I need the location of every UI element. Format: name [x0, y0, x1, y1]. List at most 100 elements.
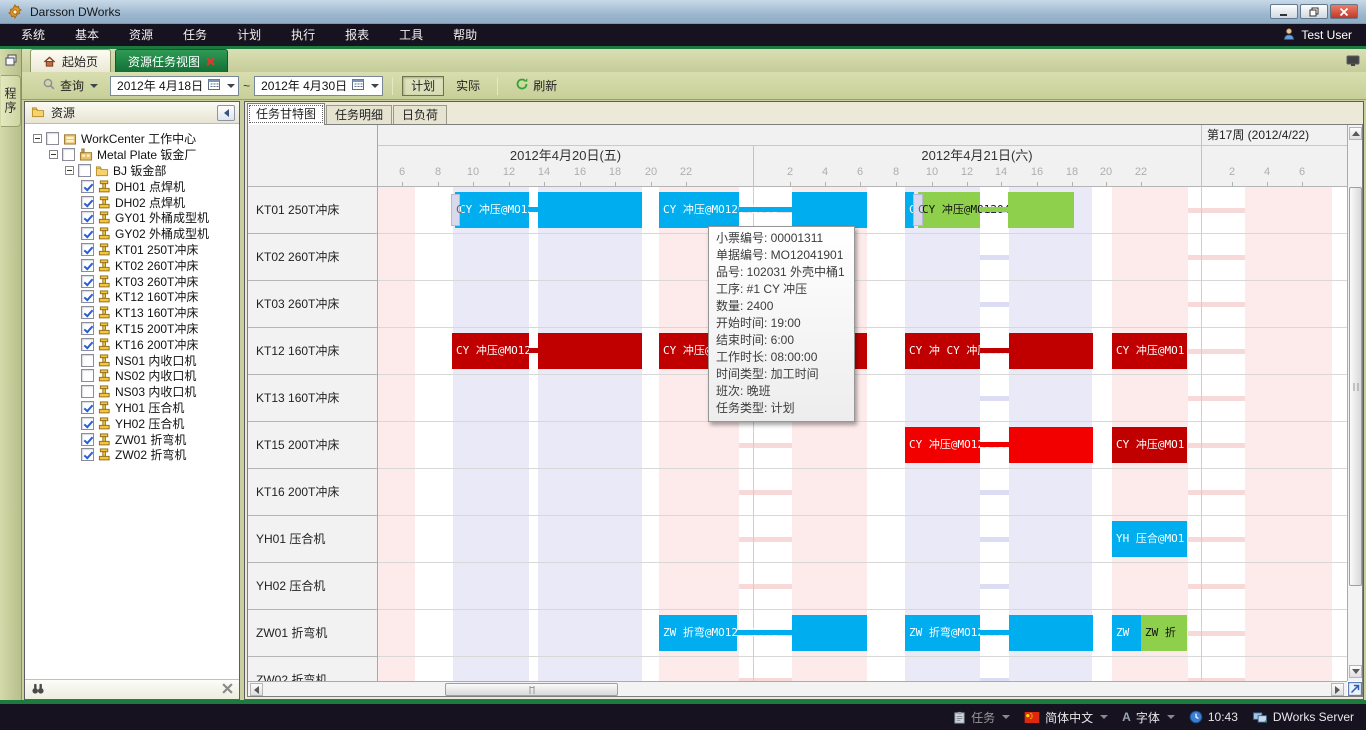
gantt-task-bar[interactable] — [538, 333, 642, 369]
tree-node[interactable]: ZW01 折弯机 — [25, 431, 239, 447]
tree-expander-minus[interactable] — [65, 166, 74, 175]
tree-node[interactable]: KT12 160T冲床 — [25, 289, 239, 305]
tree-checkbox[interactable] — [81, 290, 94, 303]
tree-checkbox[interactable] — [81, 259, 94, 272]
gantt-task-bar[interactable] — [1008, 192, 1074, 228]
tree-node[interactable]: DH01 点焊机 — [25, 178, 239, 194]
menu-item-执行[interactable]: 执行 — [276, 24, 330, 46]
actual-toggle-button[interactable]: 实际 — [448, 76, 488, 96]
scroll-up-button[interactable] — [1349, 127, 1362, 140]
status-dropdown-arrow[interactable] — [1100, 715, 1108, 719]
minimize-button[interactable] — [1270, 4, 1298, 19]
tree-node[interactable]: DH02 点焊机 — [25, 194, 239, 210]
tree-checkbox[interactable] — [62, 148, 75, 161]
tree-node[interactable]: WorkCenter 工作中心 — [25, 131, 239, 147]
user-area[interactable]: Test User — [1282, 27, 1366, 44]
popout-corner-button[interactable] — [1348, 682, 1363, 697]
gantt-task-bar[interactable]: CY 冲压@MO12041901 — [455, 192, 529, 228]
query-dropdown-arrow[interactable] — [90, 84, 98, 88]
gantt-task-bar[interactable]: CY 冲 CY 冲压@MO12041904 — [905, 333, 980, 369]
gantt-task-bar[interactable] — [792, 192, 867, 228]
horizontal-scrollbar[interactable] — [248, 681, 1347, 697]
tree-node[interactable]: KT15 200T冲床 — [25, 321, 239, 337]
view-tab-日负荷[interactable]: 日负荷 — [393, 105, 447, 125]
tree-checkbox[interactable] — [81, 306, 94, 319]
tree-node[interactable]: NS03 内收口机 — [25, 384, 239, 400]
status-dropdown-arrow[interactable] — [1002, 715, 1010, 719]
view-tab-任务明细[interactable]: 任务明细 — [326, 105, 392, 125]
gantt-task-bar[interactable]: C — [913, 194, 923, 226]
clear-filter-close-icon[interactable] — [222, 683, 233, 697]
tree-checkbox[interactable] — [81, 196, 94, 209]
calendar-icon[interactable] — [207, 77, 221, 94]
menu-item-资源[interactable]: 资源 — [114, 24, 168, 46]
scroll-right-button[interactable] — [1331, 683, 1344, 696]
tree-checkbox[interactable] — [81, 180, 94, 193]
vertical-scroll-thumb[interactable] — [1349, 187, 1362, 586]
menu-item-系统[interactable]: 系统 — [6, 24, 60, 46]
tree-node[interactable]: YH02 压合机 — [25, 415, 239, 431]
date-to-field[interactable]: 2012年 4月30日 — [254, 76, 383, 96]
binoculars-search-icon[interactable] — [31, 682, 45, 698]
tree-node[interactable]: KT02 260T冲床 — [25, 257, 239, 273]
tree-node[interactable]: Metal Plate 钣金厂 — [25, 147, 239, 163]
gantt-task-bar[interactable]: YH 压合@MO1 — [1112, 521, 1187, 557]
tree-checkbox[interactable] — [81, 338, 94, 351]
gantt-task-bar[interactable]: CY 冲压@MO12041901 — [659, 192, 739, 228]
tree-checkbox[interactable] — [81, 433, 94, 446]
date-from-field[interactable]: 2012年 4月18日 — [110, 76, 239, 96]
document-tab[interactable]: 起始页 — [30, 49, 111, 72]
tree-node[interactable]: GY02 外桶成型机 — [25, 226, 239, 242]
tree-checkbox[interactable] — [81, 369, 94, 382]
tree-node[interactable]: KT16 200T冲床 — [25, 336, 239, 352]
gantt-task-bar[interactable]: ZW 折 — [1141, 615, 1187, 651]
tree-checkbox[interactable] — [81, 385, 94, 398]
gantt-task-bar[interactable]: C — [451, 194, 460, 226]
tree-node[interactable]: ZW02 折弯机 — [25, 447, 239, 463]
tree-node[interactable]: KT13 160T冲床 — [25, 305, 239, 321]
collapse-panel-button[interactable] — [217, 105, 235, 121]
menu-item-报表[interactable]: 报表 — [330, 24, 384, 46]
tree-node[interactable]: NS02 内收口机 — [25, 368, 239, 384]
tree-node[interactable]: YH01 压合机 — [25, 400, 239, 416]
tree-checkbox[interactable] — [81, 322, 94, 335]
gantt-task-bar[interactable]: ZW 折弯@MO12041901 — [905, 615, 980, 651]
tree-node[interactable]: GY01 外桶成型机 — [25, 210, 239, 226]
tree-checkbox[interactable] — [81, 401, 94, 414]
vertical-scrollbar[interactable] — [1347, 125, 1363, 681]
tree-expander-minus[interactable] — [33, 134, 42, 143]
gantt-task-bar[interactable] — [538, 192, 642, 228]
program-strip-tab[interactable]: 程序 — [1, 75, 21, 127]
gantt-task-bar[interactable]: ZW 折弯@MO12041901 — [659, 615, 737, 651]
view-tab-任务甘特图[interactable]: 任务甘特图 — [247, 103, 325, 125]
status-dropdown-arrow[interactable] — [1167, 715, 1175, 719]
gantt-task-bar[interactable] — [1009, 427, 1093, 463]
tree-expander-minus[interactable] — [49, 150, 58, 159]
menu-item-计划[interactable]: 计划 — [222, 24, 276, 46]
close-button[interactable] — [1330, 4, 1358, 19]
tree-node[interactable]: KT03 260T冲床 — [25, 273, 239, 289]
status-item-任务[interactable]: 任务 — [953, 709, 1010, 726]
status-item-简体中文[interactable]: 简体中文 — [1024, 709, 1108, 726]
tab-close-icon[interactable] — [206, 57, 215, 66]
tree-checkbox[interactable] — [81, 211, 94, 224]
horizontal-scroll-thumb[interactable] — [445, 683, 618, 696]
gantt-task-bar[interactable] — [1009, 615, 1093, 651]
gantt-task-bar[interactable]: CY 冲压@MO12041903 — [905, 427, 980, 463]
tree-node[interactable]: KT01 250T冲床 — [25, 242, 239, 258]
date-from-dropdown-arrow[interactable] — [227, 84, 235, 88]
tree-checkbox[interactable] — [81, 227, 94, 240]
menu-item-工具[interactable]: 工具 — [384, 24, 438, 46]
tree-checkbox[interactable] — [81, 448, 94, 461]
gantt-task-bar[interactable]: CY 冲压@MO1 — [1112, 333, 1187, 369]
gantt-task-bar[interactable] — [792, 615, 867, 651]
tree-checkbox[interactable] — [46, 132, 59, 145]
menu-item-帮助[interactable]: 帮助 — [438, 24, 492, 46]
restore-button[interactable] — [1300, 4, 1328, 19]
plan-toggle-button[interactable]: 计划 — [402, 76, 444, 96]
gantt-task-bar[interactable] — [1009, 333, 1093, 369]
menu-item-任务[interactable]: 任务 — [168, 24, 222, 46]
tree-node[interactable]: NS01 内收口机 — [25, 352, 239, 368]
gantt-task-bar[interactable]: CY 冲压@MO12041902 — [918, 192, 980, 228]
tree-checkbox[interactable] — [81, 243, 94, 256]
